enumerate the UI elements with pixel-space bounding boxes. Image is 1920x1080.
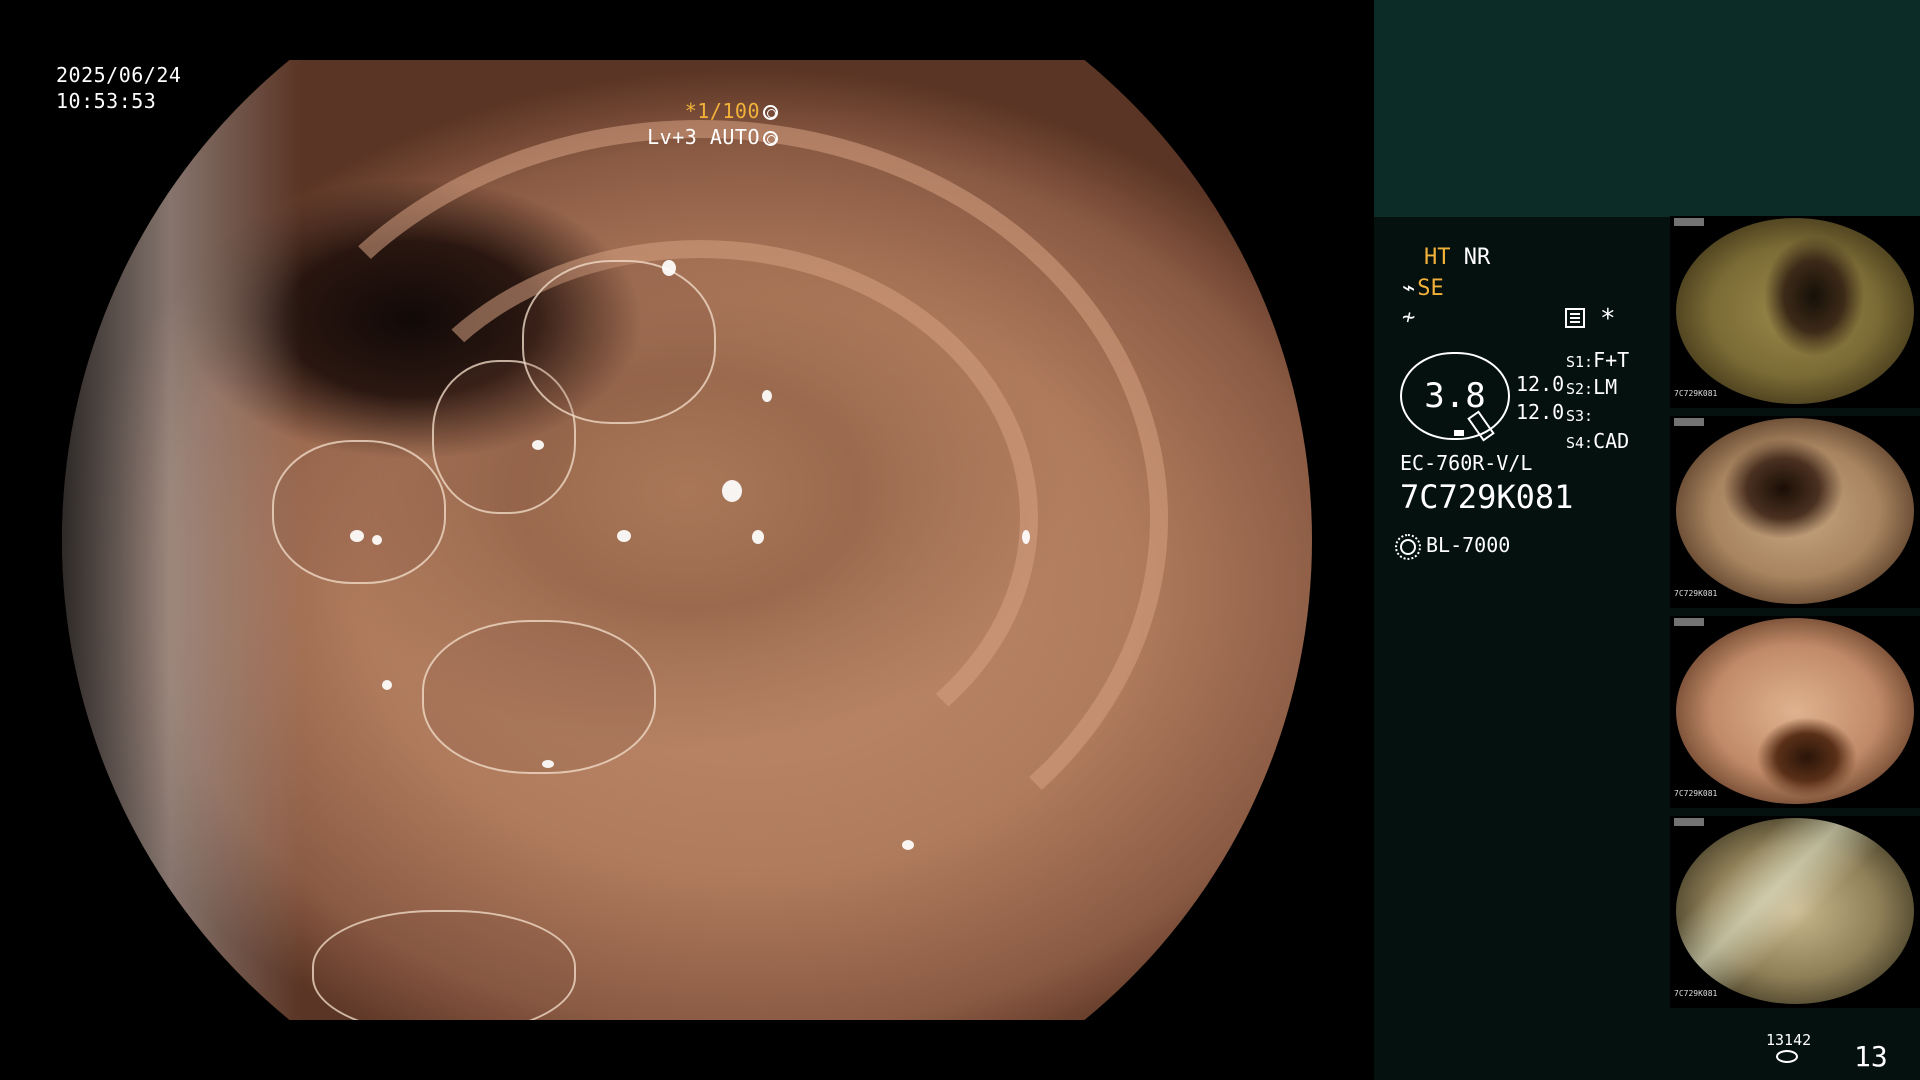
mode-ht: HT <box>1424 245 1451 270</box>
thumbnail-3[interactable]: 7C729K081 <box>1670 616 1920 808</box>
mode-se-row: ⌁SE <box>1402 275 1444 303</box>
specular-highlight <box>372 535 382 545</box>
specular-highlight <box>1022 530 1030 544</box>
light-source-row: BL-7000 <box>1395 531 1511 560</box>
specular-highlight <box>902 840 914 850</box>
thumbnail-image <box>1676 618 1914 804</box>
indicator-mark <box>1454 430 1464 436</box>
fluid-bubble <box>312 910 576 1020</box>
fluid-bubble <box>272 440 446 584</box>
endoscope-image <box>62 60 1312 1020</box>
light-source-label: BL-7000 <box>1426 533 1511 557</box>
shutter-speed-row: *1/100 <box>647 98 778 124</box>
specular-highlight <box>542 760 554 768</box>
specular-highlight <box>617 530 631 542</box>
mode-nr: NR <box>1463 245 1491 270</box>
auto-iris-icon <box>763 131 778 146</box>
fluid-bubble <box>422 620 656 774</box>
exposure-mode: AUTO <box>709 125 760 149</box>
captured-thumbnails: 7C729K081 7C729K081 7C729K081 7C729K081 <box>1670 216 1920 1016</box>
date-text: 2025/06/24 <box>56 63 182 87</box>
thumbnail-id: 7C729K081 <box>1674 989 1718 998</box>
specular-highlight <box>532 440 544 450</box>
exposure-row: Lv+3 AUTO <box>647 124 778 150</box>
thumbnail-4[interactable]: 7C729K081 <box>1670 816 1920 1008</box>
time-text: 10:53:53 <box>56 89 157 113</box>
magnification-indicator: 3.8 <box>1400 352 1510 442</box>
thumbnail-image <box>1676 818 1914 1004</box>
specular-highlight <box>350 530 364 542</box>
sun-icon <box>1395 534 1421 560</box>
structure-enhance-icon: ⌁ <box>1402 276 1416 301</box>
thumbnail-1[interactable]: 7C729K081 <box>1670 216 1920 408</box>
thumbnail-header <box>1674 218 1704 226</box>
thumbnail-header <box>1674 818 1704 826</box>
noise-icon-row: ≁ <box>1402 304 1417 332</box>
datetime-overlay: 2025/06/24 10:53:53 <box>56 62 181 114</box>
scope-serial: 7C729K081 <box>1400 478 1574 516</box>
switch-row: S2:LM <box>1566 375 1618 399</box>
level-top: 12.0 <box>1516 372 1565 396</box>
asterisk-mark: * <box>1600 304 1616 334</box>
image-counter: 13142 <box>1766 1031 1812 1049</box>
switch-row: S1:F+T <box>1566 348 1630 372</box>
switch-row: S3: <box>1566 407 1594 425</box>
specular-highlight <box>722 480 742 502</box>
shutter-star: * <box>684 99 698 123</box>
specular-highlight <box>382 680 392 690</box>
mode-se: SE <box>1417 276 1444 301</box>
menu-list-icon <box>1565 308 1585 328</box>
color-enhance-icon: ≁ <box>1402 305 1416 330</box>
thumbnail-id: 7C729K081 <box>1674 789 1718 798</box>
mode-ht-nr: HT NR <box>1424 244 1490 272</box>
page-counter: 13 <box>1854 1040 1888 1073</box>
scope-model: EC-760R-V/L <box>1400 451 1533 475</box>
thumbnail-image <box>1676 218 1914 404</box>
specular-highlight <box>762 390 772 402</box>
thumbnail-header <box>1674 418 1704 426</box>
switch-row: S4:CAD <box>1566 429 1630 453</box>
level-bottom: 12.0 <box>1516 400 1565 424</box>
thumbnail-id: 7C729K081 <box>1674 389 1718 398</box>
main-endoscope-view: 2025/06/24 10:53:53 *1/100 Lv+3 AUTO <box>0 0 1374 1080</box>
storage-disk-icon <box>1776 1050 1798 1063</box>
endoscopy-monitor: 2025/06/24 10:53:53 *1/100 Lv+3 AUTO HT … <box>0 0 1920 1080</box>
thumbnail-2[interactable]: 7C729K081 <box>1670 416 1920 608</box>
thumbnail-header <box>1674 618 1704 626</box>
specular-highlight <box>752 530 764 544</box>
exposure-level: Lv+3 <box>647 125 698 149</box>
shutter-overlay: *1/100 Lv+3 AUTO <box>647 98 778 150</box>
thumbnail-image <box>1676 418 1914 604</box>
fluid-bubble <box>522 260 716 424</box>
level-values: 12.0 12.0 <box>1516 370 1564 426</box>
thumbnail-id: 7C729K081 <box>1674 589 1718 598</box>
specular-highlight <box>662 260 676 276</box>
aperture-icon <box>763 105 778 120</box>
magnification-value: 3.8 <box>1424 376 1486 416</box>
switch-assignments: S1:F+T S2:LM S3: S4:CAD <box>1566 348 1629 456</box>
side-panel-header <box>1374 0 1920 217</box>
shutter-speed: 1/100 <box>697 99 760 123</box>
